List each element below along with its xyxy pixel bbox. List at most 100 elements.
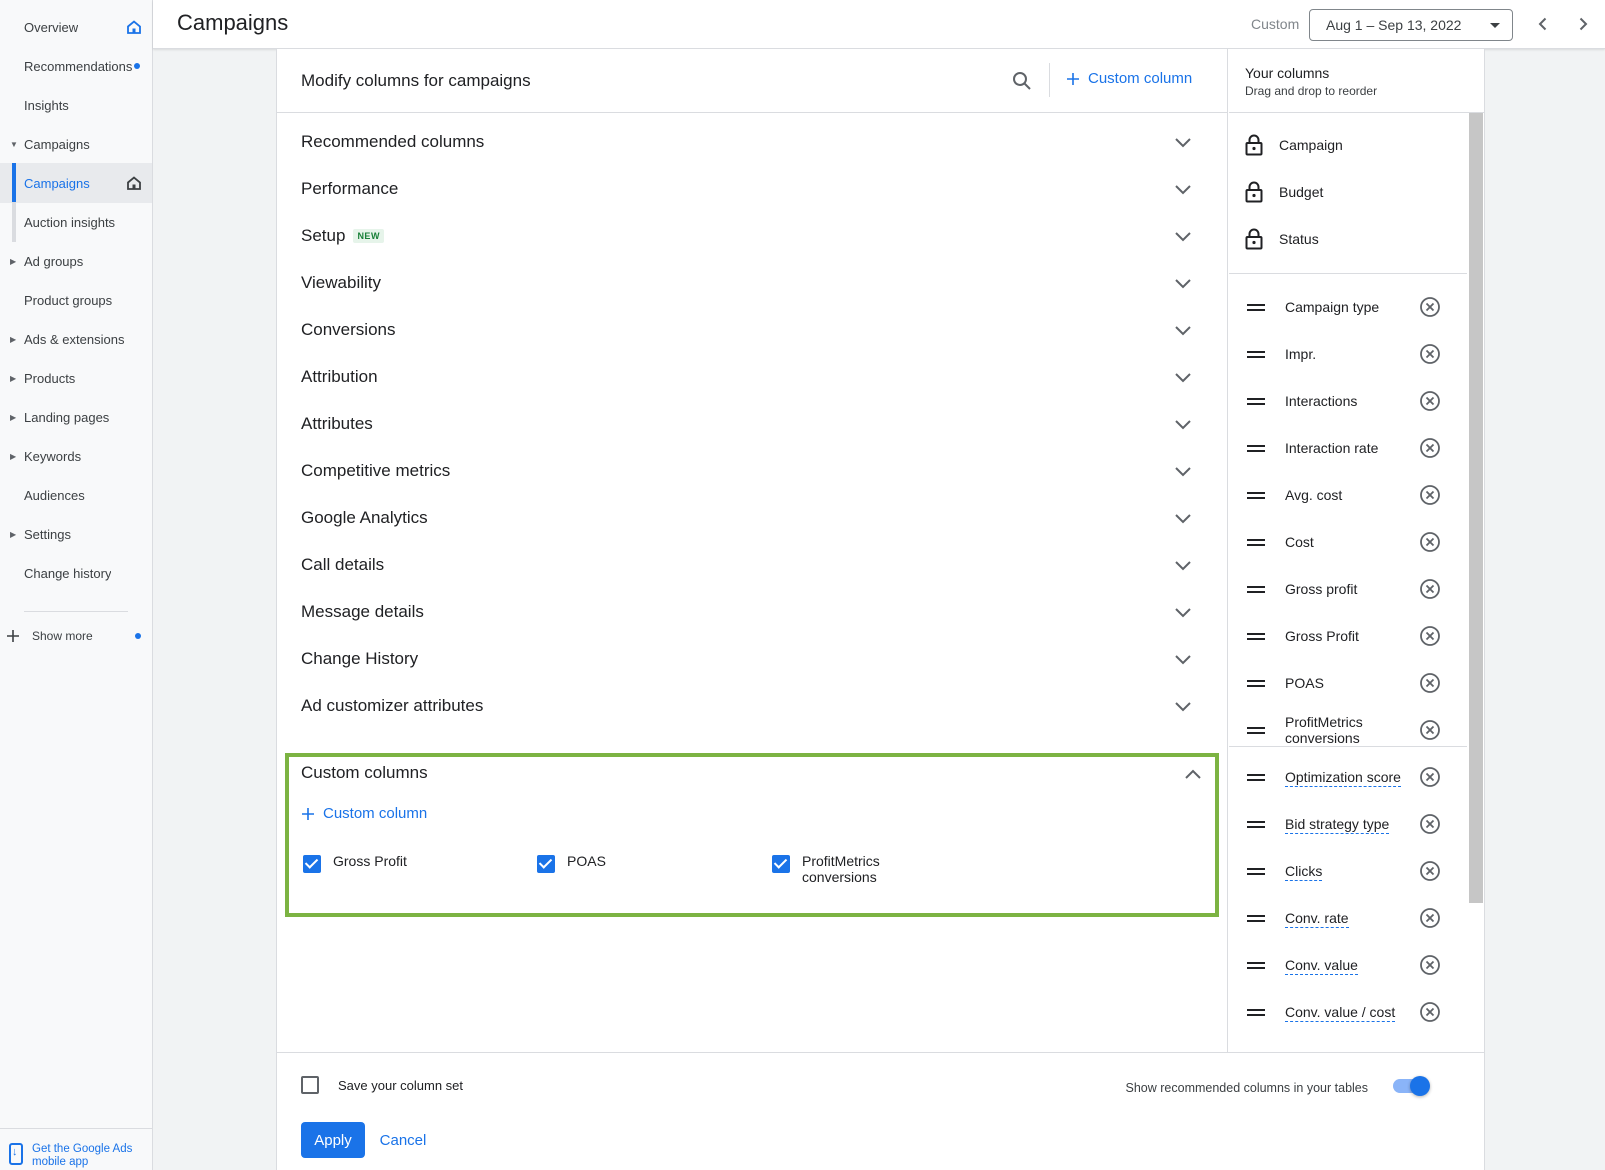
category-performance[interactable]: Performance	[301, 169, 1201, 209]
drag-handle-icon[interactable]	[1247, 915, 1265, 922]
drag-handle-icon[interactable]	[1247, 492, 1265, 499]
remove-column-icon[interactable]	[1419, 578, 1441, 600]
mobile-app-link[interactable]: Get the Google Ads mobile app	[0, 1128, 152, 1170]
remove-column-icon[interactable]	[1419, 484, 1441, 506]
selected-column-row[interactable]: Conv. rate	[1245, 898, 1467, 938]
category-competitive-metrics[interactable]: Competitive metrics	[301, 451, 1201, 491]
apply-button[interactable]: Apply	[301, 1122, 365, 1158]
sidebar-item-auction-insights[interactable]: Auction insights	[0, 202, 152, 242]
drag-handle-icon[interactable]	[1247, 774, 1265, 781]
remove-column-icon[interactable]	[1419, 343, 1441, 365]
sidebar-item-products[interactable]: ▶ Products	[0, 358, 152, 398]
sidebar-item-landing-pages[interactable]: ▶ Landing pages	[0, 397, 152, 437]
selected-column-row[interactable]: Conv. value / cost	[1245, 992, 1467, 1032]
remove-column-icon[interactable]	[1419, 1001, 1441, 1023]
category-setup[interactable]: Setup NEW	[301, 216, 1201, 256]
sidebar-item-recommendations[interactable]: Recommendations	[0, 46, 152, 86]
show-recommended-toggle[interactable]	[1393, 1076, 1430, 1096]
sidebar-item-campaigns-group[interactable]: ▼ Campaigns	[0, 124, 152, 164]
remove-column-icon[interactable]	[1419, 531, 1441, 553]
remove-column-icon[interactable]	[1419, 954, 1441, 976]
custom-column-poas[interactable]: POAS	[537, 853, 663, 873]
category-attributes[interactable]: Attributes	[301, 404, 1201, 444]
category-message-details[interactable]: Message details	[301, 592, 1201, 632]
remove-column-icon[interactable]	[1419, 813, 1441, 835]
custom-column-label: POAS	[567, 853, 606, 869]
selected-column-row[interactable]: Gross profit	[1245, 569, 1467, 609]
remove-column-icon[interactable]	[1419, 625, 1441, 647]
previous-period-button[interactable]	[1531, 12, 1555, 36]
remove-column-icon[interactable]	[1419, 672, 1441, 694]
selected-column-row[interactable]: Gross Profit	[1245, 616, 1467, 656]
category-google-analytics[interactable]: Google Analytics	[301, 498, 1201, 538]
sidebar-item-settings[interactable]: ▶ Settings	[0, 514, 152, 554]
drag-handle-icon[interactable]	[1247, 398, 1265, 405]
selected-column-row[interactable]: Conv. value	[1245, 945, 1467, 985]
search-icon[interactable]	[1010, 69, 1034, 93]
sidebar-item-insights[interactable]: Insights	[0, 85, 152, 125]
selected-column-row[interactable]: Bid strategy type	[1245, 804, 1467, 844]
checkbox-checked[interactable]	[303, 855, 321, 873]
remove-column-icon[interactable]	[1419, 437, 1441, 459]
sidebar-item-ad-groups[interactable]: ▶ Ad groups	[0, 241, 152, 281]
remove-column-icon[interactable]	[1419, 860, 1441, 882]
remove-column-icon[interactable]	[1419, 907, 1441, 929]
drag-handle-icon[interactable]	[1247, 1009, 1265, 1016]
drag-handle-icon[interactable]	[1247, 304, 1265, 311]
selected-column-row[interactable]: Clicks	[1245, 851, 1467, 891]
chevron-up-icon[interactable]	[1183, 765, 1203, 785]
drag-handle-icon[interactable]	[1247, 351, 1265, 358]
sidebar-item-change-history[interactable]: Change history	[0, 553, 152, 593]
sidebar-item-overview[interactable]: Overview	[0, 7, 152, 47]
checkbox-checked[interactable]	[772, 855, 790, 873]
sidebar-item-audiences[interactable]: Audiences	[0, 475, 152, 515]
drag-handle-icon[interactable]	[1247, 680, 1265, 687]
custom-column-profitmetrics-conversions[interactable]: ProfitMetrics conversions	[772, 853, 898, 885]
sidebar-item-product-groups[interactable]: Product groups	[0, 280, 152, 320]
remove-column-icon[interactable]	[1419, 766, 1441, 788]
sidebar-item-campaigns[interactable]: Campaigns	[0, 163, 152, 203]
category-viewability[interactable]: Viewability	[301, 263, 1201, 303]
checkbox-unchecked[interactable]	[301, 1076, 319, 1094]
custom-column-gross-profit[interactable]: Gross Profit	[303, 853, 429, 873]
drag-handle-icon[interactable]	[1247, 586, 1265, 593]
category-attribution[interactable]: Attribution	[301, 357, 1201, 397]
sidebar-item-keywords[interactable]: ▶ Keywords	[0, 436, 152, 476]
category-change-history[interactable]: Change History	[301, 639, 1201, 679]
next-period-button[interactable]	[1571, 12, 1595, 36]
drag-handle-icon[interactable]	[1247, 868, 1265, 875]
show-more-button[interactable]: Show more	[0, 616, 152, 656]
drag-handle-icon[interactable]	[1247, 445, 1265, 452]
selected-column-row[interactable]: POAS	[1245, 663, 1467, 703]
category-label: Setup	[301, 226, 346, 245]
drag-handle-icon[interactable]	[1247, 962, 1265, 969]
add-custom-column-button[interactable]: Custom column	[1066, 70, 1192, 87]
selected-column-row[interactable]: Avg. cost	[1245, 475, 1467, 515]
date-range-picker[interactable]: Aug 1 – Sep 13, 2022	[1309, 9, 1513, 41]
selected-column-row[interactable]: ProfitMetrics conversions	[1245, 710, 1467, 750]
selected-column-row[interactable]: Impr.	[1245, 334, 1467, 374]
category-ad-customizer-attributes[interactable]: Ad customizer attributes	[301, 686, 1201, 726]
drag-handle-icon[interactable]	[1247, 727, 1265, 734]
custom-columns-title[interactable]: Custom columns	[301, 763, 428, 783]
drag-handle-icon[interactable]	[1247, 821, 1265, 828]
your-columns-scrollbar[interactable]	[1469, 113, 1483, 903]
drag-handle-icon[interactable]	[1247, 539, 1265, 546]
category-conversions[interactable]: Conversions	[301, 310, 1201, 350]
remove-column-icon[interactable]	[1419, 296, 1441, 318]
save-column-set-checkbox[interactable]: Save your column set	[301, 1076, 463, 1094]
selected-column-row[interactable]: Campaign type	[1245, 287, 1467, 327]
selected-column-row[interactable]: Cost	[1245, 522, 1467, 562]
selected-column-row[interactable]: Interaction rate	[1245, 428, 1467, 468]
checkbox-checked[interactable]	[537, 855, 555, 873]
sidebar-item-ads-extensions[interactable]: ▶ Ads & extensions	[0, 319, 152, 359]
drag-handle-icon[interactable]	[1247, 633, 1265, 640]
cancel-button[interactable]: Cancel	[373, 1122, 433, 1158]
add-custom-column-link[interactable]: Custom column	[301, 805, 427, 822]
selected-column-row[interactable]: Interactions	[1245, 381, 1467, 421]
category-call-details[interactable]: Call details	[301, 545, 1201, 585]
category-recommended-columns[interactable]: Recommended columns	[301, 122, 1201, 162]
selected-column-row[interactable]: Optimization score	[1245, 757, 1467, 797]
remove-column-icon[interactable]	[1419, 390, 1441, 412]
remove-column-icon[interactable]	[1419, 719, 1441, 741]
